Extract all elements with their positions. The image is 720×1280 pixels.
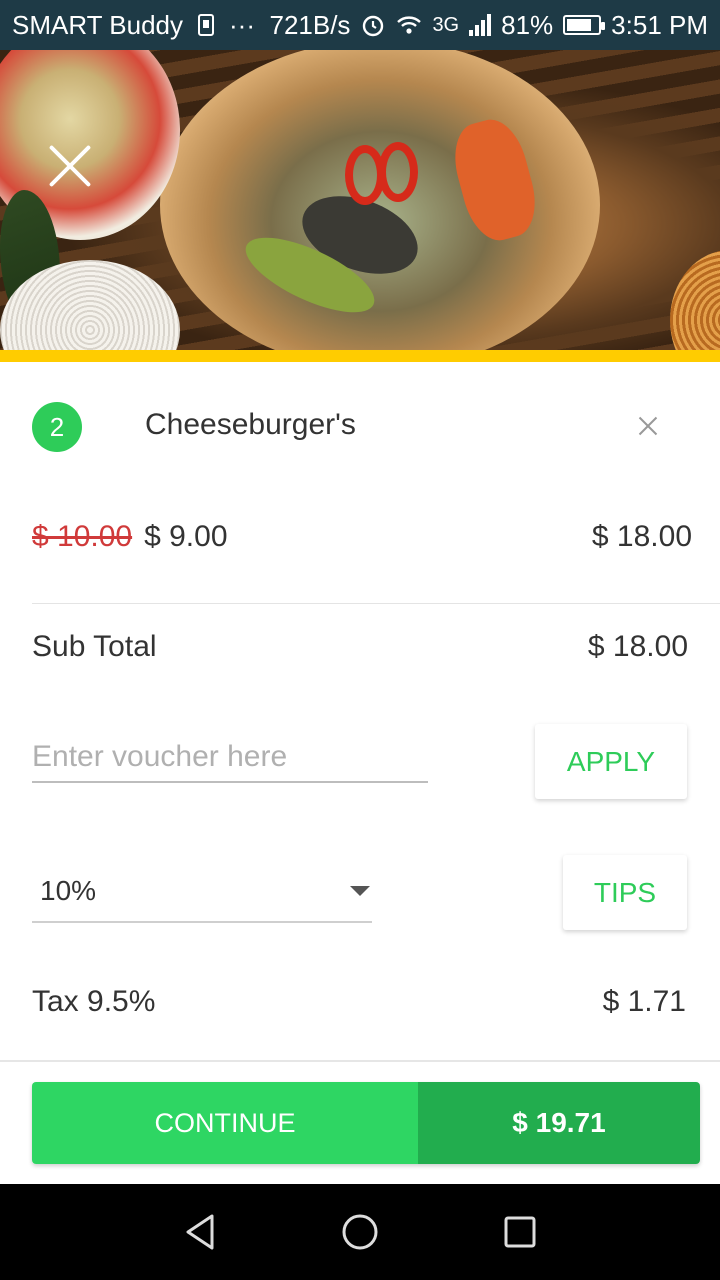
- app-root: SMART Buddy ··· 721B/s 3G 81% 3:51 PM 2 …: [0, 0, 720, 1280]
- overflow-dots: ···: [229, 9, 255, 40]
- apply-button[interactable]: APPLY: [535, 724, 687, 799]
- quantity-badge: 2: [32, 402, 82, 452]
- subtotal-value: $ 18.00: [587, 630, 688, 663]
- tax-row: Tax 9.5% $ 1.71: [32, 985, 686, 1019]
- battery-percent: 81%: [501, 9, 554, 40]
- dropdown-caret-icon: [350, 885, 370, 896]
- back-icon[interactable]: [170, 1202, 230, 1262]
- order-total: $ 19.71: [418, 1082, 700, 1164]
- line-total: $ 18.00: [591, 520, 692, 553]
- voucher-input[interactable]: [32, 733, 428, 783]
- tip-dropdown[interactable]: 10%: [32, 860, 372, 923]
- carrier-name: SMART Buddy: [12, 9, 184, 40]
- battery-fill: [567, 19, 591, 31]
- original-price: $ 10.00: [32, 520, 133, 553]
- subtotal-label: Sub Total: [32, 630, 157, 663]
- continue-label: CONTINUE: [32, 1082, 418, 1164]
- item-name: Cheeseburger's: [145, 408, 356, 441]
- close-icon[interactable]: [46, 142, 94, 190]
- alarm-icon: [363, 15, 384, 37]
- footer-divider: [0, 1060, 720, 1062]
- divider: [32, 603, 720, 604]
- tax-label: Tax 9.5%: [32, 985, 156, 1018]
- remove-item-icon[interactable]: [632, 410, 664, 442]
- battery-icon: [563, 15, 606, 35]
- accent-stripe: [0, 350, 720, 362]
- hero-food-image: [0, 50, 720, 350]
- clock: 3:51 PM: [611, 9, 708, 40]
- network-type: 3G: [432, 13, 460, 36]
- discounted-price: $ 9.00: [144, 520, 228, 553]
- sim-icon: [198, 14, 215, 36]
- wifi-icon: [397, 16, 422, 34]
- tips-button[interactable]: TIPS: [563, 855, 687, 930]
- home-icon[interactable]: [330, 1202, 390, 1262]
- navigation-bar: [0, 1184, 720, 1280]
- status-bar: SMART Buddy ··· 721B/s 3G 81% 3:51 PM: [0, 0, 720, 50]
- side-dish: [670, 250, 720, 350]
- signal-icon: [469, 14, 492, 36]
- continue-button[interactable]: CONTINUE $ 19.71: [32, 1082, 700, 1164]
- tip-selected-value: 10%: [40, 874, 97, 906]
- network-speed: 721B/s: [269, 9, 351, 40]
- subtotal-row: Sub Total $ 18.00: [32, 630, 688, 664]
- price-row: $ 10.00 $ 9.00 $ 18.00: [32, 520, 692, 554]
- chili-slice: [378, 142, 418, 202]
- tax-value: $ 1.71: [602, 985, 686, 1018]
- recents-icon[interactable]: [490, 1202, 550, 1262]
